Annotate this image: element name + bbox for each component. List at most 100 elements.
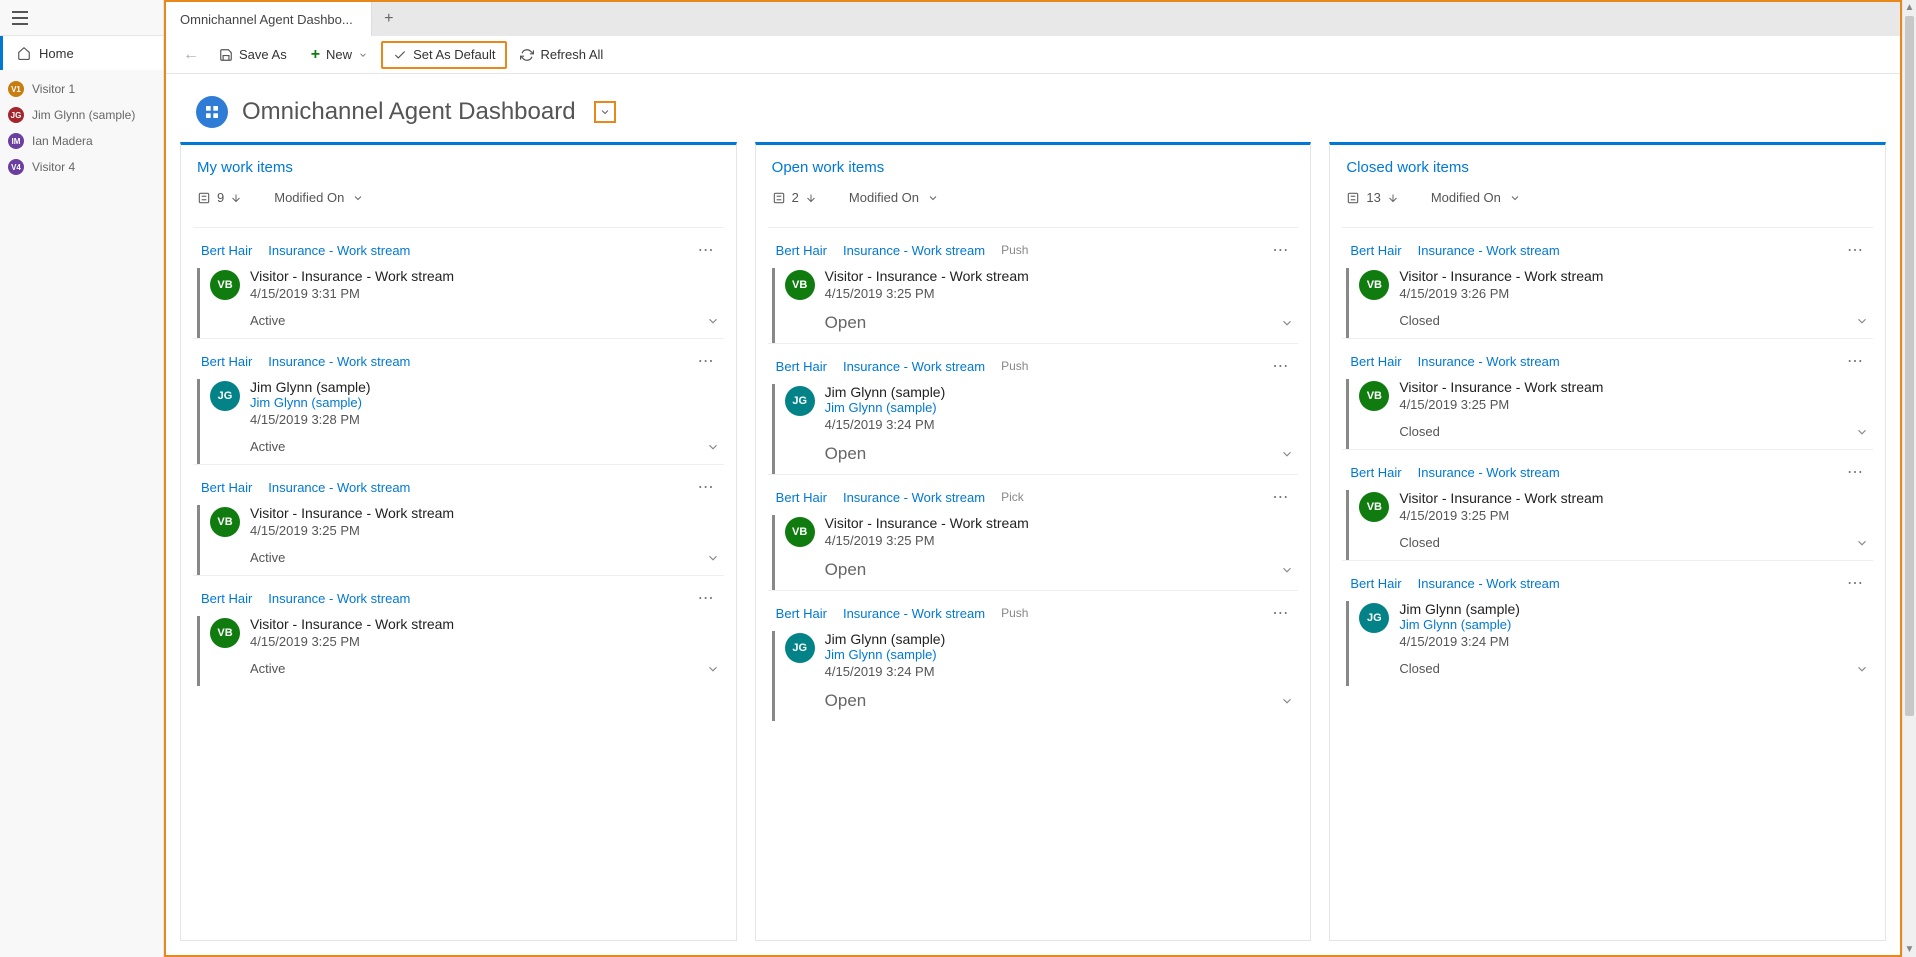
card-owner-link[interactable]: Bert Hair (1350, 243, 1401, 258)
sidebar-home[interactable]: Home (0, 36, 163, 70)
card-expand-button[interactable] (1280, 316, 1294, 330)
card-stream-link[interactable]: Insurance - Work stream (268, 243, 410, 258)
column-sort-button[interactable]: Modified On (849, 190, 939, 205)
list-icon (772, 191, 786, 205)
card-sublink[interactable]: Jim Glynn (sample) (825, 647, 1295, 662)
column-sort-label: Modified On (274, 190, 344, 205)
card-more-button[interactable]: ⋯ (698, 240, 720, 260)
card-owner-link[interactable]: Bert Hair (1350, 576, 1401, 591)
tabbar: Omnichannel Agent Dashbo... + (166, 2, 1900, 36)
card-expand-button[interactable] (706, 440, 720, 454)
card-status: Open (825, 560, 867, 580)
hamburger-menu-icon[interactable] (12, 11, 28, 25)
set-default-button[interactable]: Set As Default (381, 41, 507, 69)
card-expand-button[interactable] (1855, 425, 1869, 439)
card-owner-link[interactable]: Bert Hair (1350, 354, 1401, 369)
tab-dashboard[interactable]: Omnichannel Agent Dashbo... (166, 2, 372, 36)
card-stream-link[interactable]: Insurance - Work stream (1418, 576, 1560, 591)
column-sort-button[interactable]: Modified On (1431, 190, 1521, 205)
back-button[interactable]: ← (176, 41, 206, 69)
work-item-card: Bert Hair Insurance - Work stream Push ⋯… (768, 590, 1299, 721)
card-owner-link[interactable]: Bert Hair (201, 591, 252, 606)
card-expand-button[interactable] (706, 662, 720, 676)
sidebar-item-2[interactable]: IMIan Madera (0, 128, 163, 154)
scroll-up-icon[interactable]: ▲ (1903, 2, 1916, 13)
column-title: My work items (197, 159, 720, 176)
card-indicator (1346, 601, 1349, 686)
chevron-down-icon (1509, 192, 1521, 204)
card-stream-link[interactable]: Insurance - Work stream (1418, 465, 1560, 480)
card-stream-link[interactable]: Insurance - Work stream (843, 606, 985, 621)
card-badge: Push (1001, 606, 1028, 620)
scroll-down-icon[interactable]: ▼ (1903, 944, 1916, 955)
tab-add-button[interactable]: + (372, 2, 406, 36)
card-expand-button[interactable] (1280, 563, 1294, 577)
column-sort-button[interactable]: Modified On (274, 190, 364, 205)
card-expand-button[interactable] (706, 551, 720, 565)
card-date: 4/15/2019 3:28 PM (250, 412, 720, 427)
work-item-card: Bert Hair Insurance - Work stream ⋯ JG J… (1342, 560, 1873, 686)
card-more-button[interactable]: ⋯ (1847, 240, 1869, 260)
card-more-button[interactable]: ⋯ (1847, 351, 1869, 371)
sidebar-item-3[interactable]: V4Visitor 4 (0, 154, 163, 180)
sidebar-item-label: Jim Glynn (sample) (32, 108, 135, 122)
work-item-card: Bert Hair Insurance - Work stream ⋯ VB V… (193, 227, 724, 338)
card-more-button[interactable]: ⋯ (698, 351, 720, 371)
card-more-button[interactable]: ⋯ (1272, 487, 1294, 507)
card-stream-link[interactable]: Insurance - Work stream (1418, 354, 1560, 369)
card-expand-button[interactable] (1855, 314, 1869, 328)
column-title: Closed work items (1346, 159, 1869, 176)
card-owner-link[interactable]: Bert Hair (201, 480, 252, 495)
new-button[interactable]: + New (300, 41, 379, 69)
card-expand-button[interactable] (1855, 536, 1869, 550)
main-area: Omnichannel Agent Dashbo... + ← Save As … (164, 0, 1902, 957)
vertical-scrollbar[interactable]: ▲ ▼ (1902, 0, 1916, 957)
card-stream-link[interactable]: Insurance - Work stream (268, 591, 410, 606)
card-owner-link[interactable]: Bert Hair (201, 243, 252, 258)
card-more-button[interactable]: ⋯ (1272, 240, 1294, 260)
work-item-card: Bert Hair Insurance - Work stream Push ⋯… (768, 343, 1299, 474)
card-date: 4/15/2019 3:24 PM (1399, 634, 1869, 649)
card-stream-link[interactable]: Insurance - Work stream (268, 354, 410, 369)
card-expand-button[interactable] (1280, 694, 1294, 708)
card-indicator (772, 631, 775, 721)
sidebar-item-0[interactable]: V1Visitor 1 (0, 76, 163, 102)
card-stream-link[interactable]: Insurance - Work stream (843, 243, 985, 258)
card-date: 4/15/2019 3:26 PM (1399, 286, 1869, 301)
card-expand-button[interactable] (706, 314, 720, 328)
card-avatar-icon: JG (785, 633, 815, 663)
title-dropdown[interactable] (594, 101, 616, 123)
card-more-button[interactable]: ⋯ (1847, 462, 1869, 482)
card-more-button[interactable]: ⋯ (1272, 356, 1294, 376)
card-stream-link[interactable]: Insurance - Work stream (843, 359, 985, 374)
card-more-button[interactable]: ⋯ (1272, 603, 1294, 623)
card-owner-link[interactable]: Bert Hair (776, 490, 827, 505)
card-title: Visitor - Insurance - Work stream (825, 268, 1295, 284)
card-sublink[interactable]: Jim Glynn (sample) (1399, 617, 1869, 632)
work-item-card: Bert Hair Insurance - Work stream ⋯ VB V… (1342, 449, 1873, 560)
save-as-button[interactable]: Save As (208, 41, 298, 69)
card-more-button[interactable]: ⋯ (698, 588, 720, 608)
card-owner-link[interactable]: Bert Hair (776, 606, 827, 621)
card-stream-link[interactable]: Insurance - Work stream (843, 490, 985, 505)
scroll-thumb[interactable] (1905, 16, 1914, 716)
card-status: Active (250, 313, 285, 328)
refresh-all-button[interactable]: Refresh All (509, 41, 614, 69)
card-stream-link[interactable]: Insurance - Work stream (268, 480, 410, 495)
sidebar-item-1[interactable]: JGJim Glynn (sample) (0, 102, 163, 128)
card-more-button[interactable]: ⋯ (698, 477, 720, 497)
card-owner-link[interactable]: Bert Hair (201, 354, 252, 369)
card-owner-link[interactable]: Bert Hair (776, 243, 827, 258)
card-stream-link[interactable]: Insurance - Work stream (1418, 243, 1560, 258)
card-expand-button[interactable] (1855, 662, 1869, 676)
card-owner-link[interactable]: Bert Hair (1350, 465, 1401, 480)
card-status: Closed (1399, 313, 1439, 328)
card-owner-link[interactable]: Bert Hair (776, 359, 827, 374)
card-sublink[interactable]: Jim Glynn (sample) (825, 400, 1295, 415)
card-expand-button[interactable] (1280, 447, 1294, 461)
page-title: Omnichannel Agent Dashboard (242, 98, 576, 126)
card-title: Visitor - Insurance - Work stream (1399, 490, 1869, 506)
card-more-button[interactable]: ⋯ (1847, 573, 1869, 593)
card-indicator (1346, 268, 1349, 338)
card-sublink[interactable]: Jim Glynn (sample) (250, 395, 720, 410)
